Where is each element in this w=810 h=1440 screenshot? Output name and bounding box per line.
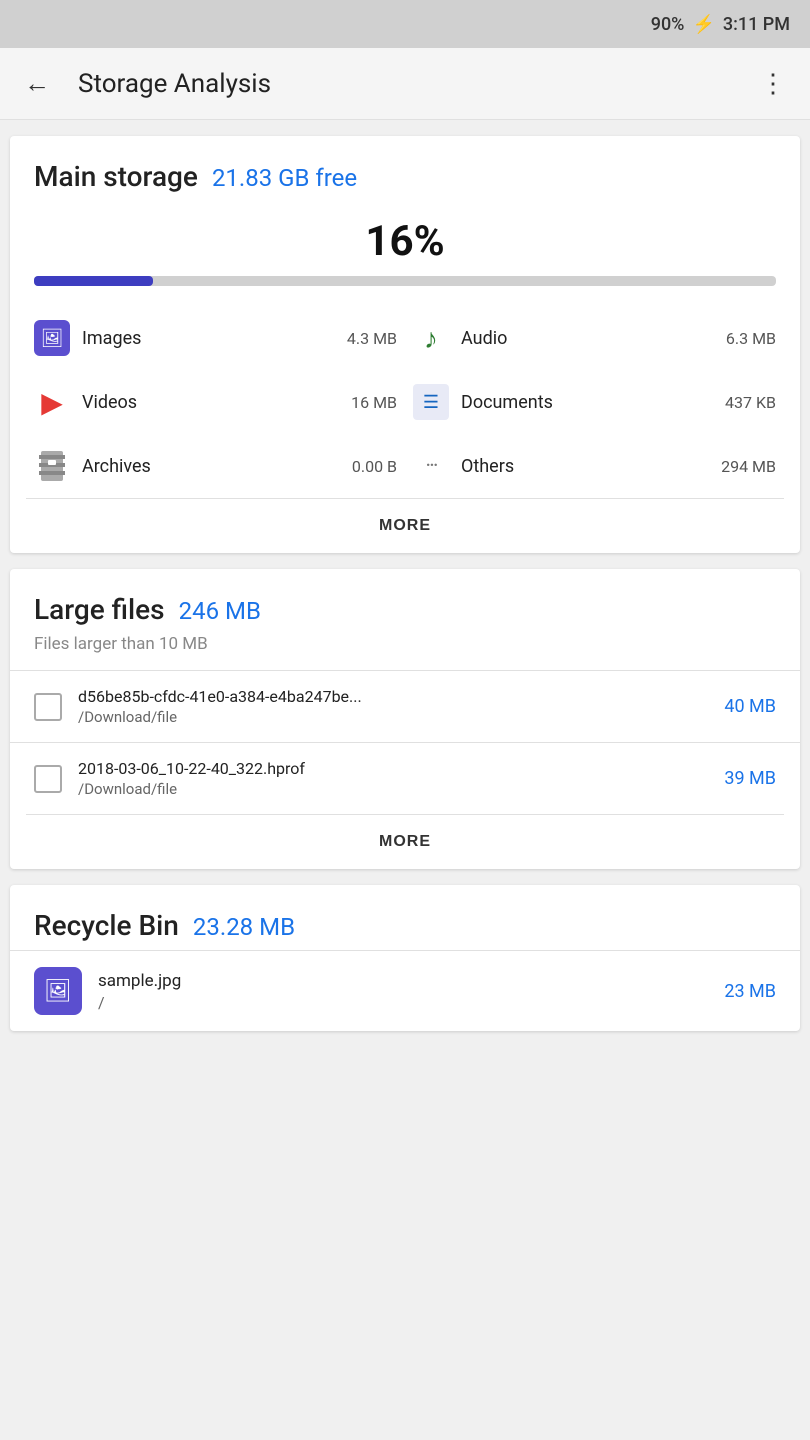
usage-progress-bar-fill [34, 276, 153, 286]
overflow-menu-button[interactable]: ⋮ [752, 60, 794, 107]
main-storage-card: Main storage 21.83 GB free 16% 🖼 Images … [10, 136, 800, 553]
storage-categories-grid: 🖼 Images 4.3 MB ♪ Audio 6.3 MB ▶ Videos … [10, 306, 800, 498]
status-bar: 90% ⚡ 3:11 PM [0, 0, 810, 48]
large-files-title: Large files [34, 593, 165, 626]
documents-label: Documents [461, 392, 713, 413]
recycle-item-size-1: 23 MB [724, 981, 776, 1002]
recycle-item-icon-1: 🖼 [34, 967, 82, 1015]
large-files-header: Large files 246 MB [10, 569, 800, 634]
documents-icon: ☰ [413, 384, 449, 420]
page-title: Storage Analysis [78, 69, 752, 99]
file-checkbox-2[interactable] [34, 765, 62, 793]
file-path-1: /Download/file [78, 708, 708, 726]
recycle-bin-size: 23.28 MB [193, 913, 295, 941]
storage-item-videos[interactable]: ▶ Videos 16 MB [26, 370, 405, 434]
large-files-subtitle: Files larger than 10 MB [10, 634, 800, 670]
audio-icon: ♪ [413, 320, 449, 356]
main-storage-more-button[interactable]: MORE [10, 499, 800, 553]
videos-label: Videos [82, 392, 339, 413]
time-display: 3:11 PM [723, 14, 790, 35]
storage-item-archives[interactable]: Archives 0.00 B [26, 434, 405, 498]
main-storage-free: 21.83 GB free [212, 164, 357, 192]
file-path-2: /Download/file [78, 780, 708, 798]
main-storage-header: Main storage 21.83 GB free [10, 136, 800, 201]
file-checkbox-1[interactable] [34, 693, 62, 721]
large-files-more-button[interactable]: MORE [10, 815, 800, 869]
file-name-1: d56be85b-cfdc-41e0-a384-e4ba247be... [78, 687, 708, 706]
large-file-item-2[interactable]: 2018-03-06_10-22-40_322.hprof /Download/… [10, 742, 800, 814]
audio-label: Audio [461, 328, 714, 349]
images-label: Images [82, 328, 335, 349]
documents-size: 437 KB [725, 393, 776, 412]
recycle-item-name-1: sample.jpg [98, 971, 708, 991]
battery-icon: ⚡ [692, 14, 714, 35]
audio-size: 6.3 MB [726, 329, 776, 348]
recycle-bin-card: Recycle Bin 23.28 MB 🖼 sample.jpg / 23 M… [10, 885, 800, 1031]
app-bar: ← Storage Analysis ⋮ [0, 48, 810, 120]
others-size: 294 MB [721, 457, 776, 476]
file-info-2: 2018-03-06_10-22-40_322.hprof /Download/… [78, 759, 708, 798]
usage-percent: 16% [10, 201, 800, 276]
back-button[interactable]: ← [16, 60, 58, 107]
images-size: 4.3 MB [347, 329, 397, 348]
battery-percent: 90% [651, 14, 685, 35]
recycle-bin-title: Recycle Bin [34, 909, 179, 942]
storage-item-audio[interactable]: ♪ Audio 6.3 MB [405, 306, 784, 370]
recycle-bin-header: Recycle Bin 23.28 MB [10, 885, 800, 950]
others-icon: ··· [413, 448, 449, 484]
storage-item-images[interactable]: 🖼 Images 4.3 MB [26, 306, 405, 370]
archives-label: Archives [82, 456, 340, 477]
archives-size: 0.00 B [352, 457, 397, 476]
images-icon: 🖼 [34, 320, 70, 356]
large-file-item-1[interactable]: d56be85b-cfdc-41e0-a384-e4ba247be... /Do… [10, 670, 800, 742]
storage-item-others[interactable]: ··· Others 294 MB [405, 434, 784, 498]
main-storage-title: Main storage [34, 160, 198, 193]
recycle-item-path-1: / [98, 993, 708, 1012]
file-size-1: 40 MB [724, 696, 776, 717]
file-info-1: d56be85b-cfdc-41e0-a384-e4ba247be... /Do… [78, 687, 708, 726]
usage-progress-bar-container [34, 276, 776, 286]
large-files-total-size: 246 MB [179, 597, 261, 625]
storage-item-documents[interactable]: ☰ Documents 437 KB [405, 370, 784, 434]
recycle-item-info-1: sample.jpg / [98, 971, 708, 1012]
others-label: Others [461, 456, 709, 477]
large-files-card: Large files 246 MB Files larger than 10 … [10, 569, 800, 869]
file-name-2: 2018-03-06_10-22-40_322.hprof [78, 759, 708, 778]
videos-icon: ▶ [34, 384, 70, 420]
recycle-item-1[interactable]: 🖼 sample.jpg / 23 MB [10, 950, 800, 1031]
archives-icon [34, 448, 70, 484]
videos-size: 16 MB [351, 393, 397, 412]
file-size-2: 39 MB [724, 768, 776, 789]
